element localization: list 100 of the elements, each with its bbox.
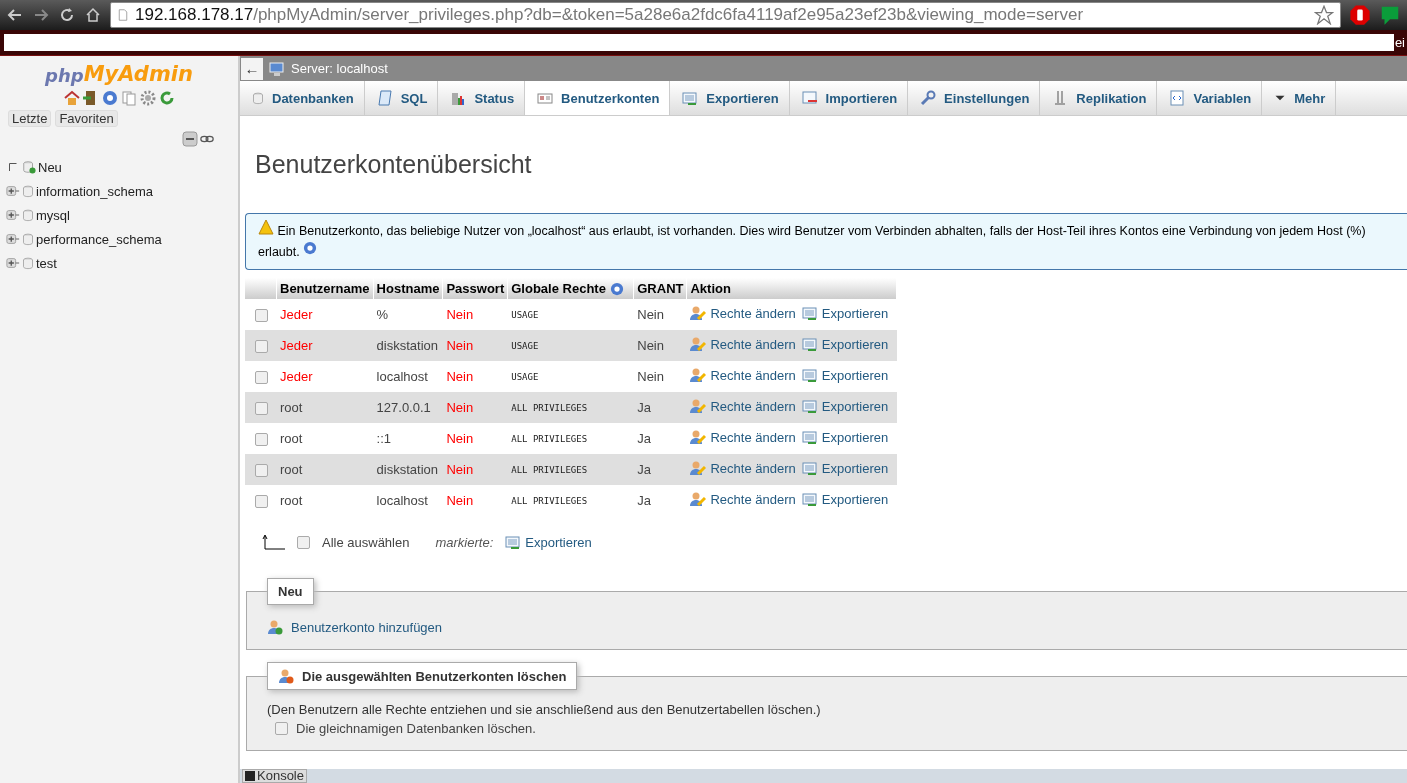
database-icon	[22, 256, 34, 270]
wrench-icon	[920, 90, 937, 106]
url-path: /phpMyAdmin/server_privileges.php?db=&token=5a28e6a2fdc6fa4119af2e95a23ef23b&viewing_mode=server	[253, 5, 1084, 25]
tab[interactable]: SQL	[364, 81, 439, 115]
export-link[interactable]: Exportieren	[821, 398, 889, 414]
user-pencil-icon	[690, 336, 707, 352]
export-link[interactable]: Exportieren	[821, 460, 889, 476]
url-host: 192.168.178.17	[135, 5, 254, 25]
collapse-button[interactable]: ←	[241, 57, 263, 80]
row-checkbox[interactable]	[254, 371, 268, 385]
stop-hand-icon	[1349, 4, 1371, 26]
panel-legend: Neu	[267, 578, 314, 605]
tab[interactable]: Datenbanken	[240, 81, 365, 115]
export-link[interactable]: Exportieren	[525, 534, 592, 550]
user-pencil-icon	[690, 398, 707, 414]
address-bar[interactable]: 192.168.178.17/phpMyAdmin/server_privileges.php?db=&token=5a28e6a2fdc6fa4119af2e95a23ef23b&viewing_mode=server	[110, 2, 1341, 28]
header-label: GRANT	[637, 281, 684, 296]
edit-privileges-link[interactable]: Rechte ändern	[710, 491, 796, 507]
tab[interactable]: Benutzerkonten	[525, 81, 671, 115]
row-checkbox[interactable]	[254, 402, 268, 416]
speech-bubble-icon	[1379, 4, 1401, 26]
home-icon	[63, 90, 80, 106]
row-checkbox[interactable]	[254, 309, 268, 323]
user-pencil-icon	[690, 491, 707, 507]
table-cell-text: Jeder	[279, 369, 314, 384]
id-card-icon	[537, 90, 554, 106]
tree-line-icon	[6, 163, 20, 171]
table-cell-text: diskstation	[375, 338, 439, 353]
forward-icon	[32, 7, 50, 23]
table-cell-text: Nein	[445, 431, 475, 446]
export-icon	[801, 367, 818, 383]
export-icon	[801, 491, 818, 507]
tree-item[interactable]: information_schema	[36, 183, 154, 199]
export-icon	[682, 90, 699, 106]
database-icon	[22, 184, 34, 198]
sidebar-tab-button[interactable]: Letzte	[8, 110, 52, 127]
user-pencil-icon	[690, 305, 707, 321]
collapse-icon	[182, 131, 198, 147]
table-cell-text: root	[279, 493, 304, 508]
tab[interactable]: Einstellungen	[908, 81, 1041, 115]
tree-item[interactable]: mysql	[36, 207, 70, 223]
table-cell-text: Nein	[445, 493, 475, 508]
tree-item[interactable]: performance_schema	[36, 231, 162, 247]
edit-privileges-link[interactable]: Rechte ändern	[710, 305, 796, 321]
table-cell-text: Ja	[636, 400, 652, 415]
tab[interactable]: Exportieren	[670, 81, 790, 115]
table-cell-text: Ja	[636, 431, 652, 446]
user-pencil-icon	[690, 460, 707, 476]
header-label: Passwort	[446, 281, 505, 296]
tab[interactable]: Importieren	[789, 81, 909, 115]
edit-privileges-link[interactable]: Rechte ändern	[710, 367, 796, 383]
add-user-link[interactable]: Benutzerkonto hinzufügen	[291, 619, 443, 635]
marked-label: markierte:	[435, 534, 494, 550]
export-link[interactable]: Exportieren	[821, 305, 889, 321]
tab[interactable]: Mehr	[1262, 81, 1337, 115]
export-icon	[801, 305, 818, 321]
description-text: (Den Benutzern alle Rechte entziehen und sie anschließend aus den Benutzertabellen löschen.)	[267, 702, 822, 717]
export-link[interactable]: Exportieren	[821, 367, 889, 383]
edit-privileges-link[interactable]: Rechte ändern	[710, 398, 796, 414]
export-link[interactable]: Exportieren	[821, 491, 889, 507]
tree-item[interactable]: Neu	[38, 159, 62, 175]
header-label: Aktion	[690, 281, 731, 296]
code-page-icon	[1169, 90, 1186, 106]
edit-privileges-link[interactable]: Rechte ändern	[710, 429, 796, 445]
console-tab[interactable]: Konsole	[242, 769, 307, 783]
sidebar-tab-button[interactable]: Favoriten	[55, 110, 118, 127]
tab[interactable]: Variablen	[1157, 81, 1263, 115]
select-all-checkbox[interactable]	[297, 535, 310, 549]
table-cell-text: Nein	[636, 307, 665, 322]
page-icon	[117, 7, 129, 23]
breadcrumb-link[interactable]: Server: localhost	[291, 61, 388, 76]
edit-privileges-link[interactable]: Rechte ändern	[710, 460, 796, 476]
drop-databases-checkbox[interactable]	[275, 722, 288, 735]
export-icon	[801, 429, 818, 445]
database-icon	[22, 208, 34, 222]
row-checkbox[interactable]	[254, 340, 268, 354]
table-cell-text: ALL PRIVILEGES	[510, 402, 589, 413]
export-icon	[505, 534, 522, 550]
table-cell-text: Jeder	[279, 307, 314, 322]
star-icon	[1314, 5, 1334, 25]
table-cell-text: Jeder	[279, 338, 314, 353]
export-link[interactable]: Exportieren	[821, 429, 889, 445]
settings-icon	[139, 90, 156, 106]
row-checkbox[interactable]	[254, 433, 268, 447]
edit-privileges-link[interactable]: Rechte ändern	[710, 336, 796, 352]
table-cell-text: root	[279, 400, 304, 415]
warning-icon	[258, 219, 274, 235]
notice-message: Ein Benutzerkonto, das beliebige Nutzer von „localhost“ aus erlaubt, ist vorhanden. Dies wird Benutzer vom Verbinden abhalten, falls der Host-Teil ihres Kontos eine Verbindung von jedem Host (%) erlaubt.	[245, 213, 1407, 270]
documents-icon	[120, 90, 137, 106]
table-cell-text: diskstation	[375, 462, 439, 477]
row-checkbox[interactable]	[254, 495, 268, 509]
page-title: Benutzerkontenübersicht	[255, 150, 533, 179]
table-cell-text: USAGE	[510, 371, 540, 382]
row-checkbox[interactable]	[254, 464, 268, 478]
reload-icon	[58, 7, 76, 23]
home-icon	[84, 7, 102, 23]
tab[interactable]: Replikation	[1040, 81, 1158, 115]
table-cell-text: ::1	[375, 431, 393, 446]
export-link[interactable]: Exportieren	[821, 336, 889, 352]
tree-item[interactable]: test	[36, 255, 57, 271]
